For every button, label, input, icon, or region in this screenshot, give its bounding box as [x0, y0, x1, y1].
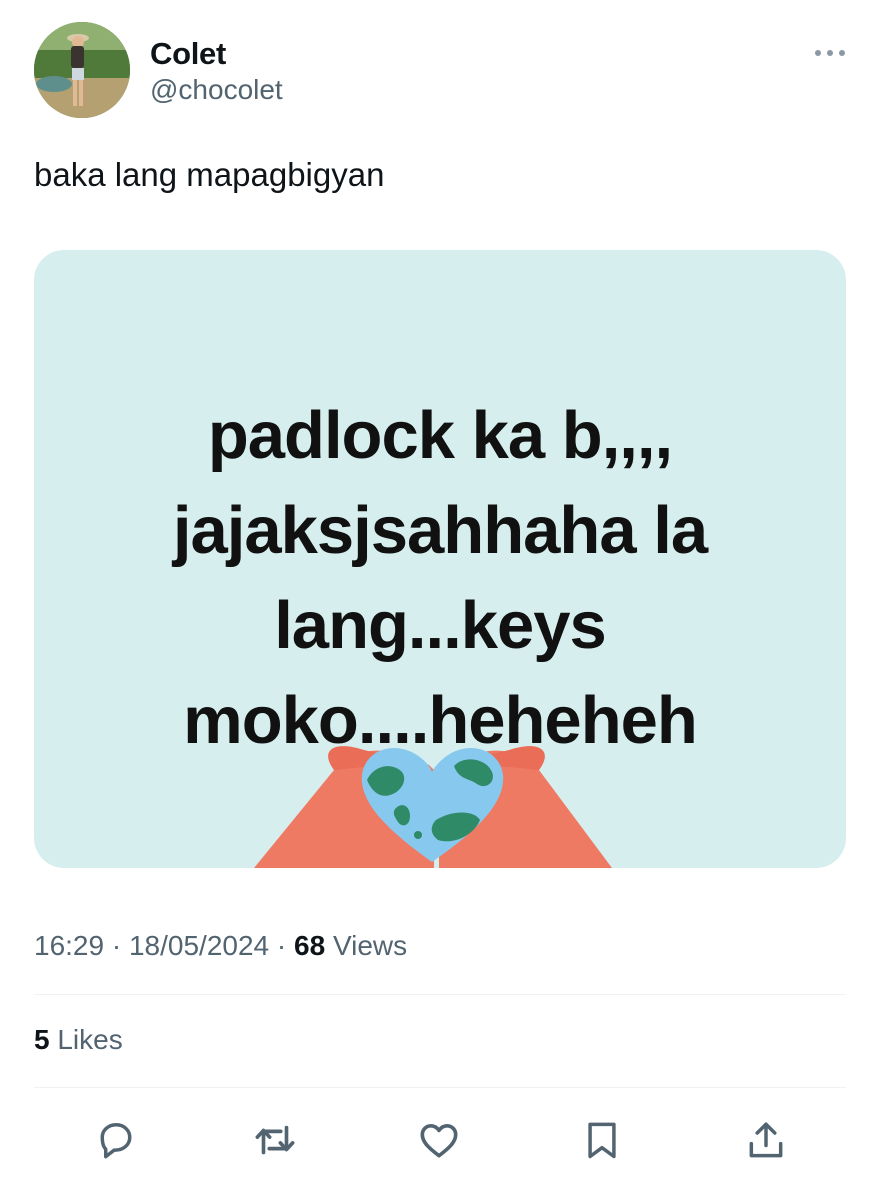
heart-icon [420, 1123, 458, 1158]
divider [34, 1087, 846, 1088]
meta-separator: · [111, 930, 122, 961]
meme-line: moko....heheheh [183, 683, 698, 758]
tweet-meta: 16:29 · 18/05/2024 · 68 Views [34, 930, 407, 962]
likes-stat[interactable]: 5 Likes [34, 1024, 123, 1056]
meme-line: jajaksjsahhaha la [172, 493, 708, 568]
like-button[interactable] [411, 1112, 467, 1168]
profile-photo-icon [34, 22, 130, 118]
tweet-media-image[interactable]: padlock ka b,,,, jajaksjsahhaha la lang.… [34, 250, 846, 868]
share-icon [749, 1122, 783, 1158]
bookmark-icon [588, 1122, 616, 1159]
more-dots-icon [815, 50, 845, 56]
retweet-icon [255, 1125, 295, 1155]
divider [34, 994, 846, 995]
retweet-button[interactable] [247, 1112, 303, 1168]
display-name[interactable]: Colet [150, 36, 226, 72]
meta-separator: · [276, 930, 287, 961]
views-count: 68 [294, 930, 326, 961]
share-button[interactable] [738, 1112, 794, 1168]
bookmark-button[interactable] [574, 1112, 630, 1168]
more-options-button[interactable] [808, 36, 852, 70]
reply-button[interactable] [88, 1112, 144, 1168]
reply-icon [100, 1123, 132, 1159]
views-label: Views [332, 930, 408, 961]
tweet-date[interactable]: 18/05/2024 [129, 930, 269, 961]
tweet-time[interactable]: 16:29 [34, 930, 104, 961]
meme-text: padlock ka b,,,, jajaksjsahhaha la lang.… [34, 388, 846, 768]
meme-line: padlock ka b,,,, [207, 398, 673, 473]
tweet-text: baka lang mapagbigyan [34, 156, 385, 193]
likes-count: 5 [34, 1024, 50, 1055]
meme-line: lang...keys [274, 588, 607, 663]
avatar[interactable] [34, 22, 130, 118]
user-handle[interactable]: @chocolet [150, 74, 283, 106]
likes-label: Likes [57, 1024, 123, 1055]
